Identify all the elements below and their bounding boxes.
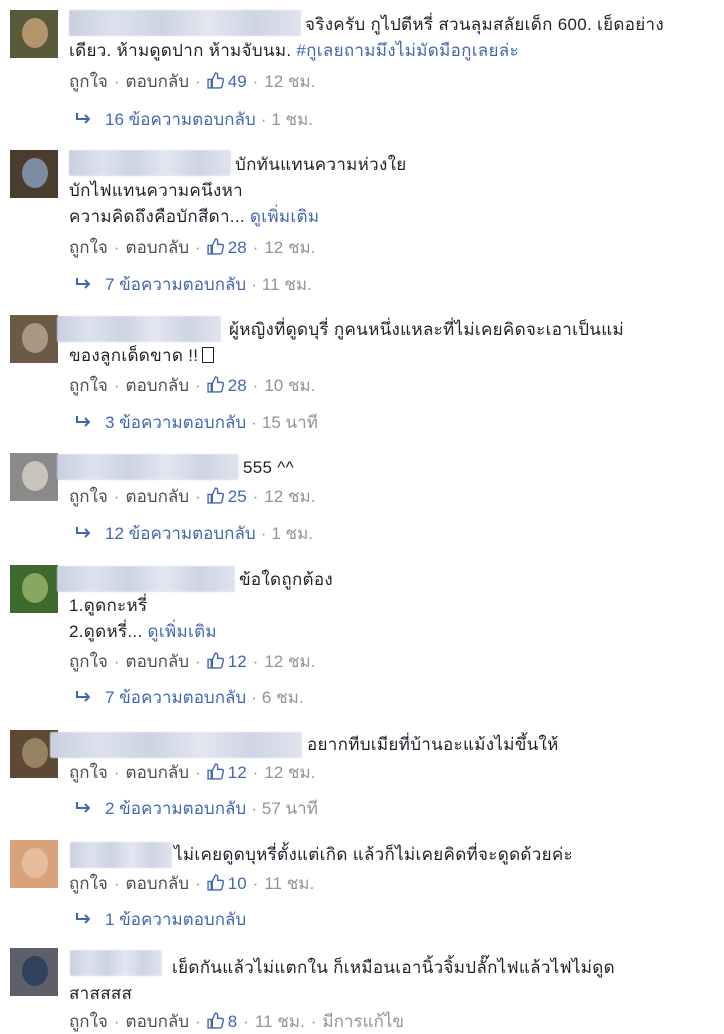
like-count[interactable]: 8 bbox=[207, 1012, 237, 1031]
thumbs-up-icon bbox=[207, 763, 224, 780]
avatar[interactable] bbox=[10, 840, 58, 888]
like-button[interactable]: ถูกใจ bbox=[69, 72, 108, 91]
reply-button[interactable]: ตอบกลับ bbox=[126, 487, 190, 506]
view-replies[interactable]: 7 ข้อความตอบกลับ · 11 ชม. bbox=[75, 273, 312, 297]
reply-arrow-icon bbox=[76, 416, 91, 427]
reply-arrow-icon bbox=[76, 913, 91, 924]
like-button[interactable]: ถูกใจ bbox=[69, 376, 108, 395]
like-button[interactable]: ถูกใจ bbox=[69, 652, 108, 671]
comment-text: เย็ดกันแล้วไม่แตกใน ก็เหมือนเอานิ้วจิ้มป… bbox=[69, 958, 615, 1003]
comment-actions: ถูกใจ · ตอบกลับ · 25 · 12 ชม. bbox=[69, 487, 316, 506]
comment-text: 555 ^^ bbox=[243, 458, 294, 477]
see-more-link[interactable]: ดูเพิ่มเติม bbox=[250, 207, 319, 226]
comment-time[interactable]: 12 ชม. bbox=[264, 72, 315, 91]
comment-actions: ถูกใจ · ตอบกลับ · 12 · 12 ชม. bbox=[69, 652, 316, 671]
comment-time[interactable]: 10 ชม. bbox=[264, 376, 315, 395]
reply-arrow-icon bbox=[76, 527, 91, 538]
like-button[interactable]: ถูกใจ bbox=[69, 1012, 108, 1031]
thumbs-up-icon bbox=[207, 238, 224, 255]
avatar[interactable] bbox=[10, 315, 58, 363]
avatar[interactable] bbox=[10, 948, 58, 996]
reply-arrow-icon bbox=[76, 113, 91, 124]
like-count[interactable]: 49 bbox=[207, 72, 247, 91]
reply-button[interactable]: ตอบกลับ bbox=[126, 763, 190, 782]
view-replies[interactable]: 12 ข้อความตอบกลับ · 1 ชม. bbox=[75, 522, 313, 546]
like-count[interactable]: 25 bbox=[207, 487, 247, 506]
reply-button[interactable]: ตอบกลับ bbox=[126, 72, 190, 91]
like-count[interactable]: 12 bbox=[207, 763, 247, 782]
comment-time[interactable]: 12 ชม. bbox=[264, 652, 315, 671]
reply-button[interactable]: ตอบกลับ bbox=[126, 652, 190, 671]
like-count[interactable]: 10 bbox=[207, 874, 247, 893]
reply-arrow-icon bbox=[76, 278, 91, 289]
view-replies[interactable]: 3 ข้อความตอบกลับ · 15 นาที bbox=[75, 411, 318, 435]
comment-actions: ถูกใจ · ตอบกลับ · 10 · 11 ชม. bbox=[69, 874, 315, 893]
like-count[interactable]: 12 bbox=[207, 652, 247, 671]
reply-button[interactable]: ตอบกลับ bbox=[126, 1012, 190, 1031]
comment-actions: ถูกใจ · ตอบกลับ · 12 · 12 ชม. bbox=[69, 763, 316, 782]
comment-text: ข้อใดถูกต้อง 1.ดูดกะหรี่ 2.ดูดหรี่... ดู… bbox=[69, 570, 334, 641]
view-replies[interactable]: 16 ข้อความตอบกลับ · 1 ชม. bbox=[75, 108, 313, 132]
avatar[interactable] bbox=[10, 10, 58, 58]
like-button[interactable]: ถูกใจ bbox=[69, 487, 108, 506]
comment-time[interactable]: 12 ชม. bbox=[264, 763, 315, 782]
comment-text: จริงครับ กูไปตีหรี่ สวนลุมสลัยเด็ก 600. … bbox=[69, 15, 664, 60]
avatar[interactable] bbox=[10, 150, 58, 198]
edited-label[interactable]: มีการแก้ไข bbox=[322, 1012, 404, 1031]
avatar[interactable] bbox=[10, 565, 58, 613]
comment-text: อยากทีบเมียที่บ้านอะแม้งไม่ขึ้นให้ bbox=[307, 735, 559, 754]
avatar[interactable] bbox=[10, 453, 58, 501]
thumbs-up-icon bbox=[207, 874, 224, 891]
view-replies[interactable]: 7 ข้อความตอบกลับ · 6 ชม. bbox=[75, 686, 304, 710]
like-button[interactable]: ถูกใจ bbox=[69, 238, 108, 257]
comment-actions: ถูกใจ · ตอบกลับ · 49 · 12 ชม. bbox=[69, 72, 316, 91]
view-replies[interactable]: 2 ข้อความตอบกลับ · 57 นาที bbox=[75, 797, 318, 821]
reply-arrow-icon bbox=[76, 691, 91, 702]
reply-button[interactable]: ตอบกลับ bbox=[126, 874, 190, 893]
reply-arrow-icon bbox=[76, 802, 91, 813]
reply-button[interactable]: ตอบกลับ bbox=[126, 376, 190, 395]
comment-time[interactable]: 11 ชม. bbox=[264, 874, 314, 893]
comment-actions: ถูกใจ · ตอบกลับ · 8 · 11 ชม. · มีการแก้ไข bbox=[69, 1012, 405, 1031]
view-replies[interactable]: 1 ข้อความตอบกลับ bbox=[75, 908, 246, 932]
comment-text: บักทันแทนความห่วงใย บักไฟแทนความคนึงหา ค… bbox=[69, 155, 407, 226]
comment-time[interactable]: 11 ชม. bbox=[255, 1012, 305, 1031]
reply-button[interactable]: ตอบกลับ bbox=[126, 238, 190, 257]
like-button[interactable]: ถูกใจ bbox=[69, 763, 108, 782]
like-button[interactable]: ถูกใจ bbox=[69, 874, 108, 893]
like-count[interactable]: 28 bbox=[207, 238, 247, 257]
hashtag-link[interactable]: #กูเลยถามมึงไม่มัดมือกูเลยล่ะ bbox=[296, 41, 519, 60]
comment-text: ไม่เคยดูดบุหรี่ตั้งแต่เกิด แล้วก็ไม่เคยค… bbox=[174, 845, 573, 864]
comment-text: ผู้หญิงที่ดูดบุรี่ กูคนหนึ่งแหละที่ไม่เค… bbox=[69, 320, 624, 365]
thumbs-up-icon bbox=[207, 1012, 224, 1029]
comment-time[interactable]: 12 ชม. bbox=[264, 238, 315, 257]
unsupported-emoji-glyph bbox=[202, 347, 215, 363]
thumbs-up-icon bbox=[207, 376, 224, 393]
like-count[interactable]: 28 bbox=[207, 376, 247, 395]
see-more-link[interactable]: ดูเพิ่มเติม bbox=[148, 622, 217, 641]
comment-actions: ถูกใจ · ตอบกลับ · 28 · 12 ชม. bbox=[69, 238, 316, 257]
thumbs-up-icon bbox=[207, 652, 224, 669]
comment-time[interactable]: 12 ชม. bbox=[264, 487, 315, 506]
thumbs-up-icon bbox=[207, 487, 224, 504]
thumbs-up-icon bbox=[207, 72, 224, 89]
comment-actions: ถูกใจ · ตอบกลับ · 28 · 10 ชม. bbox=[69, 376, 316, 395]
